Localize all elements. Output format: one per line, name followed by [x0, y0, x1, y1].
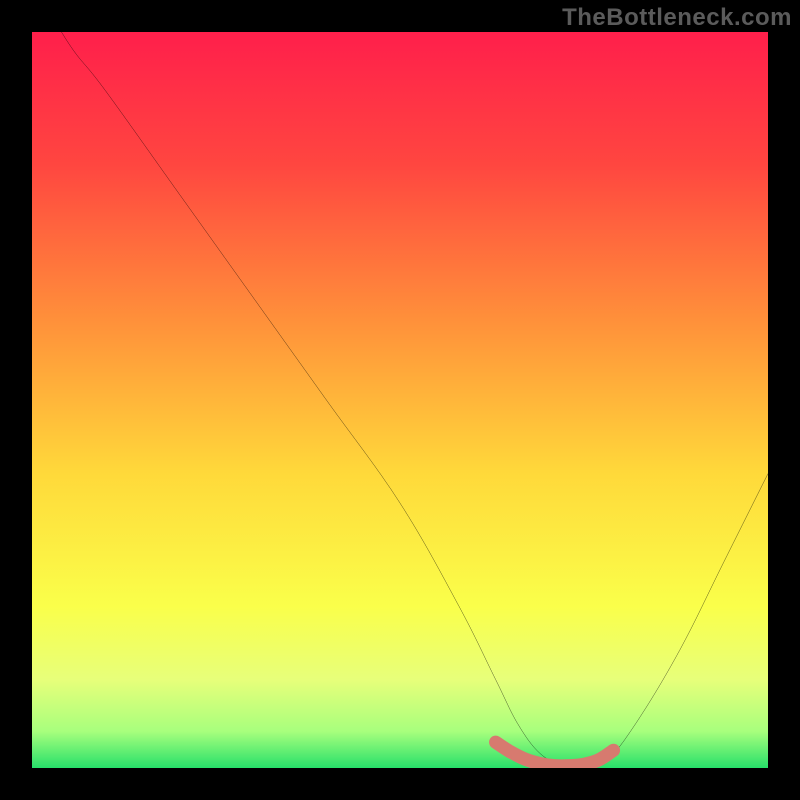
- watermark-text: TheBottleneck.com: [562, 4, 792, 32]
- plot-canvas: [32, 32, 768, 768]
- chart-frame: TheBottleneck.com: [0, 0, 800, 800]
